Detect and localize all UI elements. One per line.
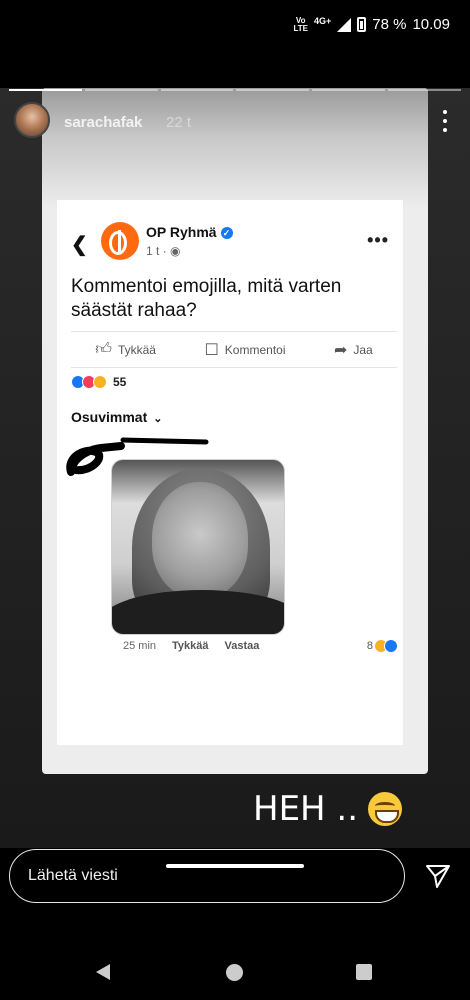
progress-segment [388, 89, 461, 91]
reaction-summary: 55 [71, 375, 126, 389]
progress-segment [236, 89, 310, 91]
more-horizontal-icon: ••• [367, 230, 389, 250]
globe-icon: ◉ [170, 244, 181, 258]
op-logo [101, 222, 139, 260]
story-header: sarachafak 22 t [14, 102, 460, 142]
volte-indicator: Vo LTE [293, 15, 308, 33]
signal-icon [337, 17, 352, 32]
nav-recents-icon[interactable] [356, 964, 372, 980]
comment-icon: ☐ [204, 341, 219, 359]
story-screenshot: ❮ OP Ryhmä ✓ 1 t · ◉ ••• Kommentoi emojil… [42, 88, 428, 774]
like-reaction-icon [384, 639, 398, 653]
story-text-overlay: HEH .. [253, 789, 403, 829]
comment-like: Tykkää [172, 640, 209, 652]
clock: 10.09 [412, 16, 450, 33]
share-icon: ➦ [333, 341, 348, 359]
share-action: ➦ Jaa [333, 341, 373, 359]
progress-segment [160, 89, 234, 91]
status-bar: Vo LTE 4G+ 78 % 10.09 [0, 0, 470, 50]
post-text: Kommentoi emojilla, mitä varten säästät … [71, 276, 342, 321]
reaction-count: 55 [113, 375, 127, 389]
comment-meta: 25 min Tykkää Vastaa [123, 640, 259, 652]
chevron-down-icon: ⌄ [153, 413, 163, 425]
verified-badge-icon: ✓ [220, 227, 233, 239]
comment-reactions: 8 [367, 639, 398, 653]
comment-photo [111, 459, 285, 635]
sad-reaction-icon [93, 375, 107, 389]
send-icon[interactable] [424, 862, 452, 890]
facebook-post: ❮ OP Ryhmä ✓ 1 t · ◉ ••• Kommentoi emojil… [57, 200, 403, 745]
post-header: ❮ OP Ryhmä ✓ 1 t · ◉ ••• [57, 222, 403, 266]
system-nav-bar [0, 950, 470, 1000]
battery-level: 78 % [372, 16, 407, 33]
chevron-left-icon: ❮ [71, 234, 88, 256]
message-input[interactable]: Lähetä viesti [9, 849, 405, 903]
message-placeholder: Lähetä viesti [28, 867, 118, 884]
story-progress [9, 89, 461, 91]
comment-time: 25 min [123, 640, 157, 652]
progress-segment [84, 89, 158, 91]
post-meta: 1 t · ◉ [146, 244, 181, 258]
progress-segment [312, 89, 386, 91]
story-time: 22 t [166, 114, 192, 131]
avatar[interactable] [14, 102, 50, 138]
comment-action: ☐ Kommentoi [204, 341, 286, 359]
swipe-handle[interactable] [166, 864, 304, 868]
nav-back-icon[interactable] [96, 964, 110, 980]
page-name: OP Ryhmä ✓ [146, 224, 233, 240]
comment-reply: Vastaa [224, 640, 260, 652]
thumbs-up-icon: 👍︎ [95, 341, 112, 358]
nav-home-icon[interactable] [226, 964, 243, 981]
post-actions: 👍︎ Tykkää ☐ Kommentoi ➦ Jaa [71, 331, 397, 368]
story-username[interactable]: sarachafak [64, 114, 142, 131]
like-action: 👍︎ Tykkää [95, 341, 156, 358]
grinning-emoji-icon [368, 792, 403, 826]
progress-segment [9, 89, 82, 91]
more-vertical-icon[interactable] [440, 110, 450, 132]
comment-sort: Osuvimmat ⌄ [71, 409, 163, 425]
battery-icon [357, 17, 367, 32]
network-type: 4G+ [313, 15, 332, 26]
